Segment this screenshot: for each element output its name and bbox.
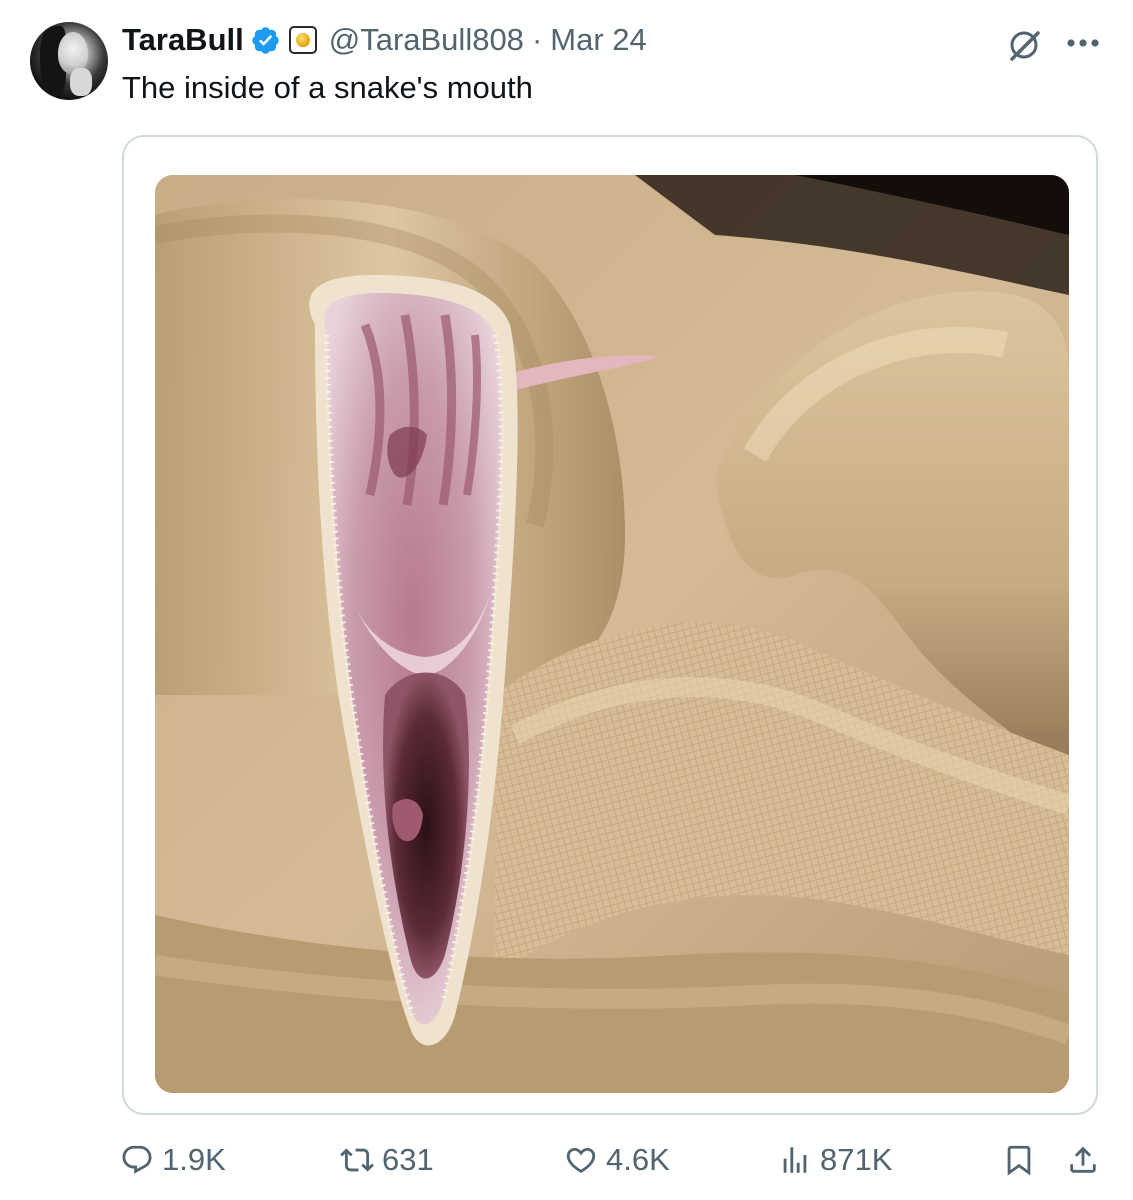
tweet-header: TaraBull @TaraBull808 · Mar 24 bbox=[122, 20, 647, 60]
share-button[interactable] bbox=[1066, 1130, 1100, 1190]
tweet-date[interactable]: Mar 24 bbox=[550, 22, 646, 58]
share-icon bbox=[1070, 1146, 1096, 1173]
tweet-text: The inside of a snake's mouth bbox=[122, 70, 533, 105]
action-bar: 1.9K 631 4.6K 871K bbox=[0, 1130, 1133, 1190]
repost-icon bbox=[340, 1148, 374, 1172]
gold-square-badge-icon[interactable] bbox=[288, 26, 317, 54]
verified-badge-icon[interactable] bbox=[250, 25, 281, 56]
media-card[interactable] bbox=[122, 135, 1098, 1115]
heart-icon bbox=[566, 1147, 596, 1173]
repost-button[interactable]: 631 bbox=[340, 1130, 434, 1190]
more-icon[interactable] bbox=[1062, 28, 1104, 58]
grok-icon[interactable] bbox=[1004, 25, 1044, 65]
reply-icon bbox=[122, 1145, 152, 1174]
views-count: 871K bbox=[820, 1142, 893, 1177]
snake-photo[interactable] bbox=[155, 175, 1069, 1093]
like-button[interactable]: 4.6K bbox=[564, 1130, 670, 1190]
bookmark-icon bbox=[1007, 1145, 1031, 1176]
like-count: 4.6K bbox=[606, 1142, 670, 1177]
reply-button[interactable]: 1.9K bbox=[120, 1130, 226, 1190]
views-button[interactable]: 871K bbox=[778, 1130, 892, 1190]
tweet: TaraBull @TaraBull808 · Mar 24 The insid… bbox=[0, 0, 1133, 1200]
repost-count: 631 bbox=[382, 1142, 434, 1177]
display-name[interactable]: TaraBull bbox=[122, 22, 244, 58]
avatar-hand bbox=[70, 68, 92, 96]
views-chart-icon bbox=[783, 1147, 807, 1173]
avatar[interactable] bbox=[30, 22, 108, 100]
snake-photo-illustration bbox=[155, 175, 1069, 1093]
handle[interactable]: @TaraBull808 bbox=[329, 22, 524, 58]
bookmark-button[interactable] bbox=[1002, 1130, 1036, 1190]
separator-dot: · bbox=[531, 22, 543, 57]
reply-count: 1.9K bbox=[162, 1142, 226, 1177]
